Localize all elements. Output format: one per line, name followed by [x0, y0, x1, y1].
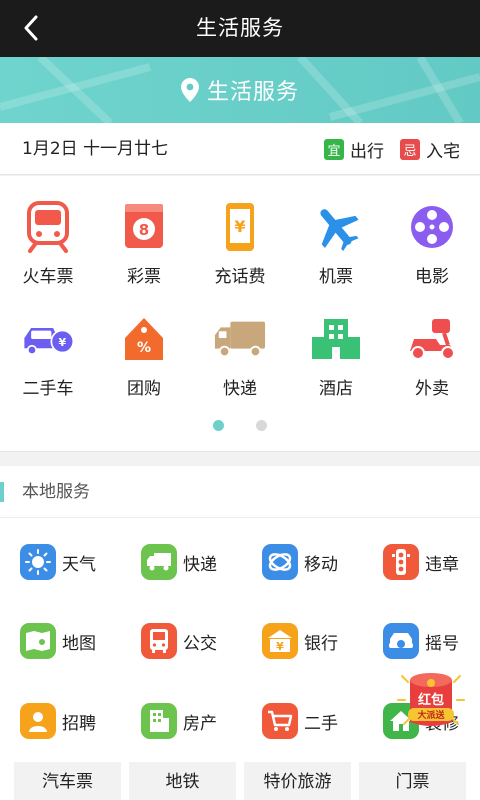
almanac-bar: 1月2日 十一月廿七 宜 出行 忌 入宅: [0, 123, 480, 175]
local-jobs[interactable]: 招聘: [20, 703, 96, 739]
local-map[interactable]: 地图: [20, 623, 96, 659]
service-label: 机票: [319, 267, 353, 287]
local-mobile[interactable]: 移动: [262, 544, 338, 580]
quick-links: 汽车票 地铁 特价旅游 门票: [0, 762, 480, 800]
service-grid: 火车票 8 彩票 ¥ 充话费 机票 电影 ¥ 二手车 % 团购 快递 酒店 外卖: [0, 176, 480, 452]
service-label: 彩票: [127, 267, 161, 287]
good-activity: 出行: [350, 141, 384, 162]
service-takeout[interactable]: 外卖: [384, 312, 480, 399]
bus-icon: [141, 623, 177, 659]
cart-icon: [262, 703, 298, 739]
page-dot[interactable]: [213, 420, 224, 431]
china-mobile-icon: [262, 544, 298, 580]
service-label: 酒店: [319, 379, 353, 399]
svg-text:¥: ¥: [234, 217, 245, 236]
local-label: 招聘: [62, 713, 96, 734]
local-car-lottery[interactable]: 摇号: [383, 623, 459, 659]
city-banner[interactable]: 生活服务: [0, 57, 480, 123]
local-label: 二手: [304, 713, 338, 734]
building-icon: [141, 703, 177, 739]
lunar-date: 1月2日 十一月廿七: [22, 139, 169, 159]
service-group-buy[interactable]: % 团购: [96, 312, 192, 399]
scooter-icon: [405, 312, 459, 366]
page-dot[interactable]: [256, 420, 267, 431]
film-reel-icon: [405, 200, 459, 254]
service-label: 外卖: [415, 379, 449, 399]
service-label: 快递: [223, 379, 257, 399]
truck-icon: [141, 544, 177, 580]
svg-text:%: %: [137, 340, 151, 356]
local-label: 天气: [62, 554, 96, 575]
section-title: 本地服务: [22, 482, 90, 502]
used-car-icon: ¥: [21, 312, 75, 366]
svg-text:8: 8: [139, 221, 149, 239]
service-air-ticket[interactable]: 机票: [288, 200, 384, 287]
service-express[interactable]: 快递: [192, 312, 288, 399]
local-label: 移动: [304, 554, 338, 575]
good-tag: 宜: [324, 138, 344, 160]
chip-travel-deals[interactable]: 特价旅游: [244, 762, 351, 800]
local-services: 本地服务 天气 快递 移动 违章 地图 公交 ¥ 银行 摇号 招聘 房产 二手: [0, 466, 480, 800]
chip-attraction-tickets[interactable]: 门票: [359, 762, 466, 800]
service-label: 团购: [127, 379, 161, 399]
svg-text:¥: ¥: [276, 640, 284, 653]
map-icon: [20, 623, 56, 659]
red-envelope-icon[interactable]: 红包 大派送: [396, 666, 466, 732]
service-label: 充话费: [214, 267, 266, 287]
airplane-icon: [309, 200, 363, 254]
service-lottery[interactable]: 8 彩票: [96, 200, 192, 287]
local-violation[interactable]: 违章: [383, 544, 459, 580]
service-train-ticket[interactable]: 火车票: [0, 200, 96, 287]
local-bank[interactable]: ¥ 银行: [262, 623, 338, 659]
service-phone-recharge[interactable]: ¥ 充话费: [192, 200, 288, 287]
local-express[interactable]: 快递: [141, 544, 217, 580]
local-second-hand[interactable]: 二手: [262, 703, 338, 739]
local-label: 违章: [425, 554, 459, 575]
traffic-light-icon: [383, 544, 419, 580]
service-movie[interactable]: 电影: [384, 200, 480, 287]
person-icon: [20, 703, 56, 739]
svg-text:¥: ¥: [59, 336, 67, 349]
chip-subway[interactable]: 地铁: [129, 762, 236, 800]
local-label: 摇号: [425, 633, 459, 654]
local-label: 房产: [183, 713, 217, 734]
local-weather[interactable]: 天气: [20, 544, 96, 580]
local-real-estate[interactable]: 房产: [141, 703, 217, 739]
group-buy-tag-icon: %: [117, 312, 171, 366]
service-hotel[interactable]: 酒店: [288, 312, 384, 399]
local-label: 地图: [62, 633, 96, 654]
page-indicator: [0, 420, 480, 431]
sun-icon: [20, 544, 56, 580]
hotel-icon: [309, 312, 363, 366]
chip-bus-ticket[interactable]: 汽车票: [14, 762, 121, 800]
service-label: 火车票: [22, 267, 74, 287]
redpack-line1: 红包: [418, 692, 444, 708]
location-pin-icon: [180, 78, 199, 102]
bad-tag: 忌: [400, 138, 420, 160]
page-title: 生活服务: [196, 16, 284, 40]
top-bar: 生活服务: [0, 0, 480, 57]
service-label: 电影: [415, 267, 449, 287]
phone-recharge-icon: ¥: [213, 200, 267, 254]
local-label: 快递: [183, 554, 217, 575]
service-label: 二手车: [22, 379, 74, 399]
train-icon: [21, 200, 75, 254]
delivery-truck-icon: [213, 312, 267, 366]
car-lottery-icon: [383, 623, 419, 659]
local-bus[interactable]: 公交: [141, 623, 217, 659]
local-label: 银行: [304, 633, 338, 654]
redpack-line2: 大派送: [417, 709, 445, 721]
lottery-icon: 8: [117, 200, 171, 254]
banner-label: 生活服务: [206, 80, 299, 105]
bad-activity: 入宅: [426, 141, 460, 162]
bank-icon: ¥: [262, 623, 298, 659]
section-header: 本地服务: [0, 466, 480, 518]
service-used-car[interactable]: ¥ 二手车: [0, 312, 96, 399]
local-label: 公交: [183, 633, 217, 654]
